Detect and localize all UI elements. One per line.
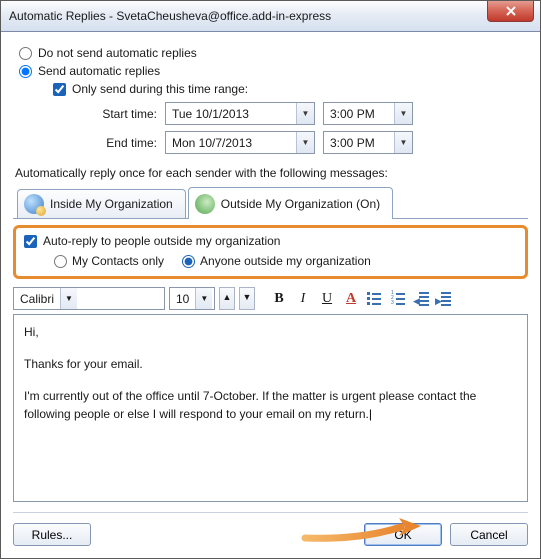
end-time-combo[interactable]: 3:00 PM ▼ <box>323 131 413 154</box>
ok-button[interactable]: OK <box>364 523 442 546</box>
radio-anyone-outside[interactable] <box>182 255 195 268</box>
radio-contacts-only[interactable] <box>54 255 67 268</box>
tab-bar: Inside My Organization Outside My Organi… <box>13 186 528 219</box>
bold-button[interactable]: B <box>269 288 289 309</box>
chevron-down-icon[interactable]: ▼ <box>195 288 212 309</box>
radio-do-not-send[interactable] <box>19 47 32 60</box>
message-line: Hi, <box>24 323 517 341</box>
underline-button[interactable]: U <box>317 288 337 309</box>
radio-send-auto[interactable] <box>19 65 32 78</box>
chevron-down-icon[interactable]: ▼ <box>394 103 412 124</box>
font-grow-button[interactable]: ▲ <box>219 287 235 310</box>
checkbox-only-range[interactable] <box>53 83 66 96</box>
font-color-button[interactable]: A <box>341 288 361 309</box>
option-send-auto[interactable]: Send automatic replies <box>19 64 528 78</box>
section-label: Automatically reply once for each sender… <box>15 166 528 180</box>
start-time-combo[interactable]: 3:00 PM ▼ <box>323 102 413 125</box>
people-inside-icon <box>24 194 44 214</box>
end-date-combo[interactable]: Mon 10/7/2013 ▼ <box>165 131 315 154</box>
message-line: I'm currently out of the office until 7-… <box>24 387 517 423</box>
cancel-button[interactable]: Cancel <box>450 523 528 546</box>
option-do-not-send[interactable]: Do not send automatic replies <box>19 46 528 60</box>
message-line: Thanks for your email. <box>24 355 517 373</box>
outside-options-highlight: Auto-reply to people outside my organiza… <box>13 225 528 279</box>
close-button[interactable] <box>487 1 534 22</box>
chevron-down-icon[interactable]: ▼ <box>296 132 314 153</box>
start-date-combo[interactable]: Tue 10/1/2013 ▼ <box>165 102 315 125</box>
option-contacts-only[interactable]: My Contacts only <box>54 254 164 268</box>
chevron-down-icon[interactable]: ▼ <box>296 103 314 124</box>
message-editor[interactable]: Hi, Thanks for your email. I'm currently… <box>13 314 528 502</box>
chevron-down-icon[interactable]: ▼ <box>394 132 412 153</box>
dialog-footer: Rules... OK Cancel <box>13 512 528 546</box>
start-time-label: Start time: <box>77 107 157 121</box>
rules-button[interactable]: Rules... <box>13 523 91 546</box>
outdent-button[interactable]: ◀ <box>413 288 431 309</box>
automatic-replies-dialog: Automatic Replies - SvetaCheusheva@offic… <box>0 0 541 559</box>
italic-button[interactable]: I <box>293 288 313 309</box>
font-size-combo[interactable]: 10 ▼ <box>169 287 215 310</box>
end-time-label: End time: <box>77 136 157 150</box>
format-toolbar: Calibri ▼ 10 ▼ ▲ ▼ B I U A 1 2 3 <box>13 287 528 310</box>
option-anyone-outside[interactable]: Anyone outside my organization <box>182 254 371 268</box>
font-name-combo[interactable]: Calibri ▼ <box>13 287 165 310</box>
numbered-list-button[interactable]: 1 2 3 <box>389 288 409 309</box>
window-title: Automatic Replies - SvetaCheusheva@offic… <box>9 9 331 23</box>
option-auto-reply-outside[interactable]: Auto-reply to people outside my organiza… <box>24 234 517 248</box>
indent-button[interactable]: ▶ <box>435 288 453 309</box>
chevron-down-icon[interactable]: ▼ <box>60 288 77 309</box>
bullet-list-button[interactable] <box>365 288 385 309</box>
titlebar[interactable]: Automatic Replies - SvetaCheusheva@offic… <box>1 1 540 32</box>
tab-inside-org[interactable]: Inside My Organization <box>17 189 186 218</box>
font-shrink-button[interactable]: ▼ <box>239 287 255 310</box>
globe-icon <box>195 194 215 214</box>
tab-outside-org[interactable]: Outside My Organization (On) <box>188 187 393 219</box>
checkbox-auto-reply-outside[interactable] <box>24 235 37 248</box>
option-only-range[interactable]: Only send during this time range: <box>53 82 528 96</box>
